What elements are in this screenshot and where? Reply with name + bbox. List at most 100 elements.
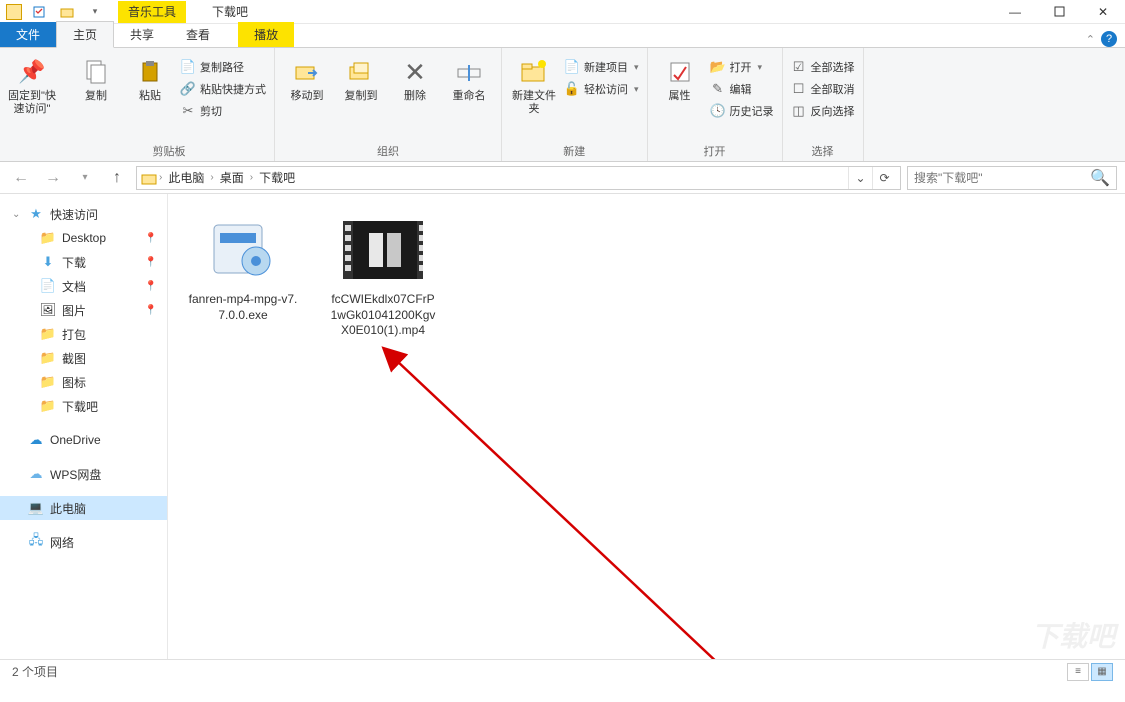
edit-button[interactable]: ✎编辑 [710,78,774,100]
collapse-ribbon-icon[interactable]: ⌃ [1086,33,1095,46]
tab-file[interactable]: 文件 [0,22,56,47]
folder-icon: 📁 [40,398,56,414]
new-item-icon: 📄 [564,59,580,75]
file-item-mp4[interactable]: fcCWIEkdlx07CFrP1wGk01041200KgvX0E010(1)… [328,214,438,339]
select-all-button[interactable]: ☑全部选择 [791,56,855,78]
breadcrumb-desktop[interactable]: 桌面 [216,169,248,186]
search-box[interactable]: 🔍 [907,166,1117,190]
delete-button[interactable]: ✕ 删除 [391,52,439,103]
recent-locations-button[interactable]: ▾ [72,165,98,191]
history-button[interactable]: 🕓历史记录 [710,100,774,122]
file-item-exe[interactable]: fanren-mp4-mpg-v7.7.0.0.exe [188,214,298,323]
qat-new-folder-icon[interactable] [56,2,78,22]
properties-button[interactable]: 属性 [656,52,704,103]
nav-network[interactable]: 🖧网络 [0,530,167,554]
rename-icon [453,56,485,88]
invert-selection-button[interactable]: ◫反向选择 [791,100,855,122]
star-icon: ★ [28,206,44,222]
move-to-icon [291,56,323,88]
group-organize-label: 组织 [283,143,493,159]
window-title: 下载吧 [212,3,248,20]
nav-thispc[interactable]: 💻此电脑 [0,496,167,520]
new-item-button[interactable]: 📄新建项目▾ [564,56,639,78]
main-area: ⌄★快速访问 📁Desktop📍 ⬇下载📍 📄文档📍 🖼图片📍 📁打包 📁截图 … [0,194,1125,659]
nav-documents[interactable]: 📄文档📍 [0,274,167,298]
qat-dropdown-icon[interactable]: ▾ [84,2,106,22]
cut-button[interactable]: ✂剪切 [180,100,266,122]
nav-onedrive[interactable]: ☁OneDrive [0,428,167,452]
new-folder-button[interactable]: 新建文件夹 [510,52,558,116]
breadcrumb-bar[interactable]: › 此电脑 › 桌面 › 下载吧 ⌄ ⟳ [136,166,901,190]
tab-play[interactable]: 播放 [238,22,294,47]
forward-button[interactable]: → [40,165,66,191]
properties-icon [664,56,696,88]
invert-icon: ◫ [791,103,807,119]
nav-pictures[interactable]: 🖼图片📍 [0,298,167,322]
paste-button[interactable]: 粘贴 [126,52,174,103]
tab-view[interactable]: 查看 [170,22,226,47]
pin-to-quick-access-button[interactable]: 📌 固定到"快速访问" [8,52,56,116]
group-new-label: 新建 [510,143,639,159]
address-bar: ← → ▾ ↑ › 此电脑 › 桌面 › 下载吧 ⌄ ⟳ 🔍 [0,162,1125,194]
folder-icon: 📁 [40,230,56,246]
nav-quick-access[interactable]: ⌄★快速访问 [0,202,167,226]
folder-icon: 📁 [40,350,56,366]
paste-icon [134,56,166,88]
ribbon: 📌 固定到"快速访问" 复制 粘贴 📄复制路径 🔗粘贴快捷方式 ✂剪切 剪贴板 [0,48,1125,162]
copy-button[interactable]: 复制 [72,52,120,103]
delete-icon: ✕ [399,56,431,88]
search-input[interactable] [914,171,1090,185]
pin-icon: 📍 [145,233,157,244]
move-to-button[interactable]: 移动到 [283,52,331,103]
nav-folder-jietu[interactable]: 📁截图 [0,346,167,370]
rename-button[interactable]: 重命名 [445,52,493,103]
up-button[interactable]: ↑ [104,165,130,191]
refresh-button[interactable]: ⟳ [872,167,896,189]
breadcrumb-thispc[interactable]: 此电脑 [164,169,208,186]
contextual-tab-label: 音乐工具 [118,1,186,23]
breadcrumb-current[interactable]: 下载吧 [255,169,299,186]
video-thumbnail-icon [343,214,423,286]
select-all-icon: ☑ [791,59,807,75]
nav-downloads[interactable]: ⬇下载📍 [0,250,167,274]
annotation-arrow [378,342,758,702]
search-icon[interactable]: 🔍 [1090,168,1110,188]
minimize-button[interactable]: — [993,0,1037,24]
easy-access-icon: 🔓 [564,81,580,97]
nav-wps[interactable]: ☁WPS网盘 [0,462,167,486]
copy-path-button[interactable]: 📄复制路径 [180,56,266,78]
select-none-button[interactable]: ☐全部取消 [791,78,855,100]
onedrive-icon: ☁ [28,432,44,448]
group-open-label: 打开 [656,143,774,159]
qat-properties-icon[interactable] [28,2,50,22]
document-icon: 📄 [40,278,56,294]
open-button[interactable]: 📂打开▾ [710,56,774,78]
copy-to-icon [345,56,377,88]
new-folder-icon [518,56,550,88]
paste-shortcut-button[interactable]: 🔗粘贴快捷方式 [180,78,266,100]
pin-icon: 📍 [145,305,157,316]
computer-icon: 💻 [28,500,44,516]
folder-icon: 📁 [40,326,56,342]
tab-share[interactable]: 共享 [114,22,170,47]
tab-home[interactable]: 主页 [56,21,114,48]
nav-desktop[interactable]: 📁Desktop📍 [0,226,167,250]
address-dropdown-button[interactable]: ⌄ [848,167,872,189]
file-list-area[interactable]: fanren-mp4-mpg-v7.7.0.0.exe fcCWIEkdlx07… [168,194,1125,659]
back-button[interactable]: ← [8,165,34,191]
copy-to-button[interactable]: 复制到 [337,52,385,103]
view-details-button[interactable]: ≡ [1067,663,1089,681]
picture-icon: 🖼 [40,302,56,318]
navigation-pane: ⌄★快速访问 📁Desktop📍 ⬇下载📍 📄文档📍 🖼图片📍 📁打包 📁截图 … [0,194,168,659]
watermark: 下载吧 [1031,615,1115,655]
nav-folder-xiazaiba[interactable]: 📁下载吧 [0,394,167,418]
nav-folder-tubiao[interactable]: 📁图标 [0,370,167,394]
view-icons-button[interactable]: ▦ [1091,663,1113,681]
maximize-button[interactable] [1037,0,1081,24]
pin-icon: 📍 [145,257,157,268]
easy-access-button[interactable]: 🔓轻松访问▾ [564,78,639,100]
close-button[interactable]: ✕ [1081,0,1125,24]
wps-icon: ☁ [28,466,44,482]
nav-folder-dabao[interactable]: 📁打包 [0,322,167,346]
help-icon[interactable]: ? [1101,31,1117,47]
